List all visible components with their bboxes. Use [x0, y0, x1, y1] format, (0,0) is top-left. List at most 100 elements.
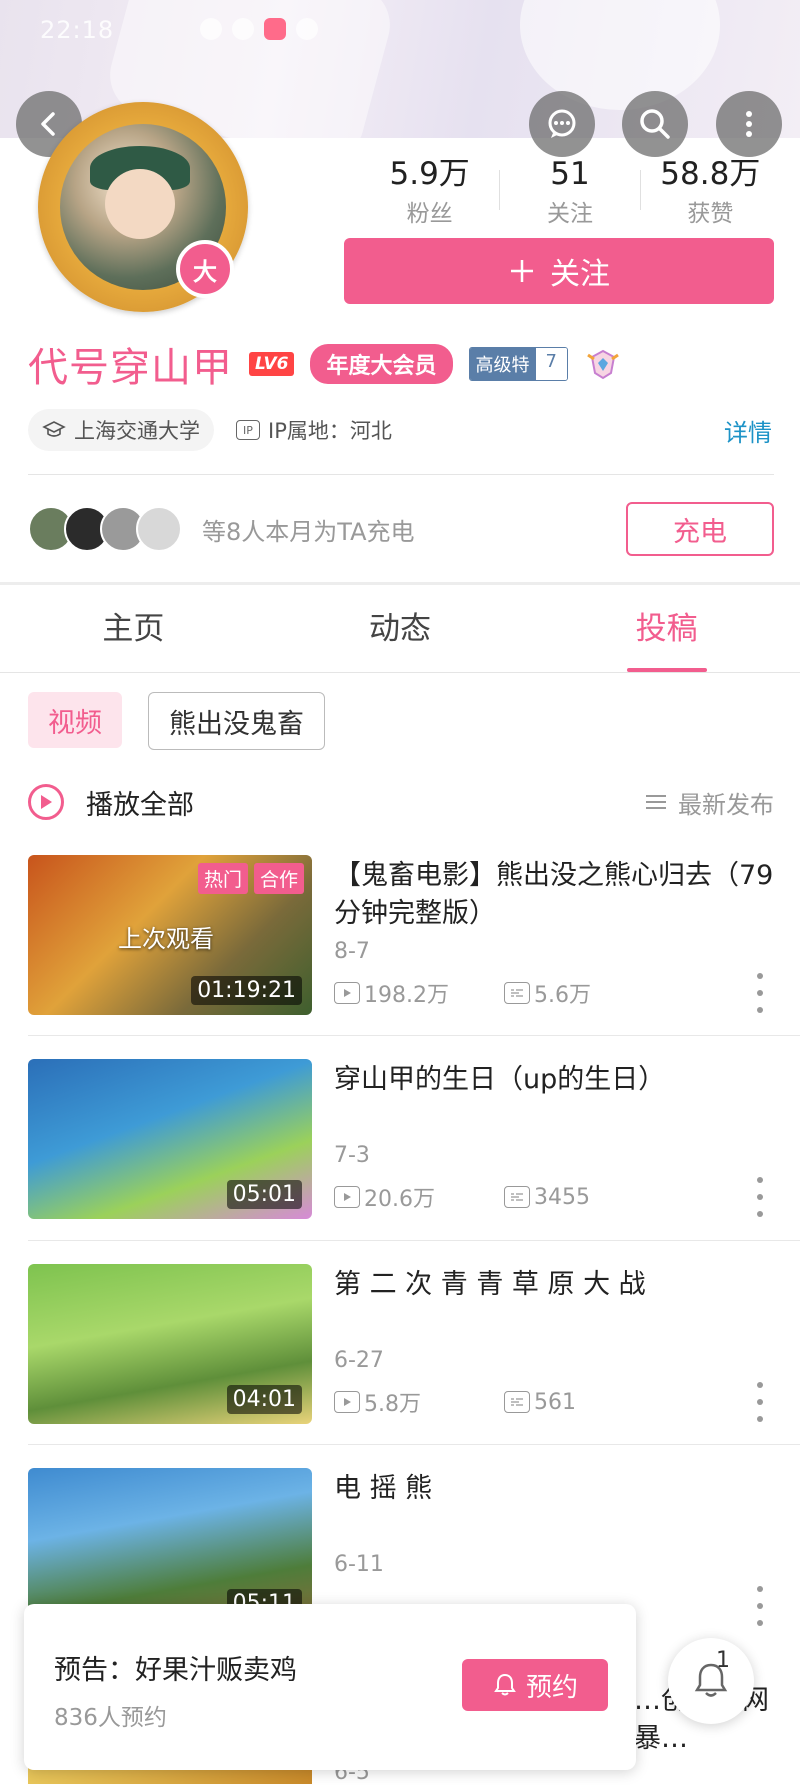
- video-date: 6-11: [334, 1552, 384, 1577]
- stat-fans-num: 5.9万: [389, 156, 470, 192]
- chip-video[interactable]: 视频: [28, 692, 122, 748]
- chip-series[interactable]: 熊出没鬼畜: [148, 692, 325, 750]
- vip-badge[interactable]: 年度大会员: [310, 344, 453, 384]
- video-item[interactable]: 热门 合作 上次观看 01:19:21 【鬼畜电影】熊出没之熊心归去（79分钟完…: [28, 855, 774, 1015]
- more-options-icon[interactable]: [746, 973, 774, 1013]
- video-item[interactable]: 04:01 第 二 次 青 青 草 原 大 战 6-27 5.8万 561: [28, 1264, 774, 1424]
- video-title[interactable]: 电 摇 熊: [334, 1470, 774, 1508]
- name-row: 代号穿山甲 LV6 年度大会员 高级特 7: [28, 336, 622, 392]
- tab-home[interactable]: 主页: [0, 586, 267, 672]
- gaoji-num: 7: [535, 348, 567, 380]
- more-options-icon[interactable]: [746, 1177, 774, 1217]
- more-button[interactable]: [716, 91, 782, 157]
- section-gap: [0, 582, 800, 585]
- message-icon: [548, 109, 576, 138]
- stat-likes-num: 58.8万: [660, 156, 761, 192]
- danmaku-icon: [504, 1186, 530, 1208]
- avatar[interactable]: 大: [38, 102, 248, 312]
- reserve-label: 预约: [525, 1672, 578, 1703]
- danmaku-icon: [504, 1391, 530, 1413]
- video-title[interactable]: 【鬼畜电影】熊出没之熊心归去（79分钟完整版）: [334, 857, 774, 933]
- play-all-row: 播放全部 最新发布: [28, 778, 774, 826]
- video-badges: 热门 合作: [197, 863, 304, 894]
- app-notification-icon: [264, 18, 286, 40]
- divider: [28, 1240, 800, 1241]
- reservation-title: 预告：好果汁贩卖鸡: [54, 1655, 297, 1686]
- detail-link[interactable]: 详情: [724, 413, 772, 448]
- username: 代号穿山甲: [28, 345, 233, 391]
- video-duration: 01:19:21: [191, 976, 302, 1005]
- status-time: 22:18: [40, 16, 115, 44]
- plus-icon: [511, 260, 533, 282]
- notification-fab[interactable]: 1: [668, 1638, 754, 1724]
- stat-following[interactable]: 51 关注: [500, 156, 639, 227]
- search-icon: [640, 109, 670, 139]
- view-count-icon: [334, 1186, 360, 1208]
- gaoji-badge[interactable]: 高级特 7: [468, 347, 568, 381]
- charge-button[interactable]: 充电: [626, 502, 774, 556]
- follow-button[interactable]: 关注: [344, 238, 774, 304]
- tag-row: 上海交通大学 IP IP属地：河北 详情: [28, 408, 774, 452]
- avatar: [136, 506, 182, 552]
- danmaku-count: 561: [534, 1389, 576, 1415]
- stat-following-num: 51: [550, 156, 590, 192]
- video-duration: 05:01: [226, 1180, 302, 1209]
- message-button[interactable]: [529, 91, 595, 157]
- follow-label: 关注: [550, 257, 610, 292]
- divider: [28, 1444, 800, 1445]
- graduation-cap-icon: [42, 421, 66, 437]
- video-date: 6-27: [334, 1348, 384, 1373]
- charge-text: 等8人本月为TA充电: [202, 517, 415, 546]
- ip-location: IP IP属地：河北: [236, 415, 392, 445]
- play-circle-icon[interactable]: [28, 784, 64, 820]
- video-thumbnail[interactable]: [28, 1768, 312, 1784]
- collab-badge: 合作: [253, 863, 304, 894]
- video-thumbnail[interactable]: 05:01: [28, 1059, 312, 1219]
- video-meta: 20.6万 3455: [334, 1181, 674, 1213]
- medal-icon[interactable]: [584, 347, 622, 381]
- more-options-icon[interactable]: [746, 1586, 774, 1626]
- status-dot-icon: [296, 18, 318, 40]
- list-icon: [646, 795, 666, 809]
- school-name: 上海交通大学: [74, 419, 200, 443]
- video-title[interactable]: 穿山甲的生日（up的生日）: [334, 1061, 774, 1099]
- stat-fans[interactable]: 5.9万 粉丝: [360, 156, 499, 227]
- tab-label: 主页: [102, 611, 165, 647]
- view-count: 5.8万: [364, 1392, 421, 1417]
- tab-dynamic[interactable]: 动态: [267, 586, 534, 672]
- more-vertical-icon: [746, 111, 752, 137]
- divider: [28, 474, 774, 475]
- reservation-card[interactable]: 预告：好果汁贩卖鸡 836人预约 预约: [24, 1604, 636, 1770]
- divider: [28, 1035, 800, 1036]
- reserve-button[interactable]: 预约: [462, 1659, 608, 1711]
- tab-uploads[interactable]: 投稿: [533, 586, 800, 672]
- video-meta: 198.2万 5.6万: [334, 977, 674, 1009]
- video-duration: 04:01: [226, 1385, 302, 1414]
- stats-bar: 5.9万 粉丝 51 关注 58.8万 获赞: [360, 156, 780, 227]
- stat-likes[interactable]: 58.8万 获赞: [641, 156, 780, 227]
- big-member-badge: 大: [176, 240, 234, 298]
- danmaku-icon: [504, 982, 530, 1004]
- notification-icon: [232, 18, 254, 40]
- video-meta: 5.8万 561: [334, 1386, 674, 1418]
- charge-row: 等8人本月为TA充电 充电: [28, 498, 774, 560]
- more-options-icon[interactable]: [746, 1382, 774, 1422]
- video-thumbnail[interactable]: 04:01: [28, 1264, 312, 1424]
- level-badge: LV6: [249, 352, 295, 376]
- video-thumbnail[interactable]: 热门 合作 上次观看 01:19:21: [28, 855, 312, 1015]
- school-tag[interactable]: 上海交通大学: [28, 409, 214, 451]
- danmaku-count: 5.6万: [534, 983, 591, 1008]
- video-title[interactable]: 第 二 次 青 青 草 原 大 战: [334, 1266, 774, 1304]
- status-dot-icon: [200, 18, 222, 40]
- ip-label: IP属地：河北: [268, 419, 392, 443]
- play-all-button[interactable]: 播放全部: [86, 783, 194, 822]
- stat-likes-label: 获赞: [687, 201, 734, 227]
- charger-avatars[interactable]: [28, 506, 182, 552]
- status-icons: [200, 18, 318, 40]
- video-item[interactable]: 05:01 穿山甲的生日（up的生日） 7-3 20.6万 3455: [28, 1059, 774, 1219]
- gaoji-label: 高级特: [469, 348, 536, 380]
- search-button[interactable]: [622, 91, 688, 157]
- sort-button[interactable]: 最新发布: [644, 785, 774, 820]
- ip-icon: IP: [236, 420, 260, 440]
- tab-indicator: [626, 668, 707, 672]
